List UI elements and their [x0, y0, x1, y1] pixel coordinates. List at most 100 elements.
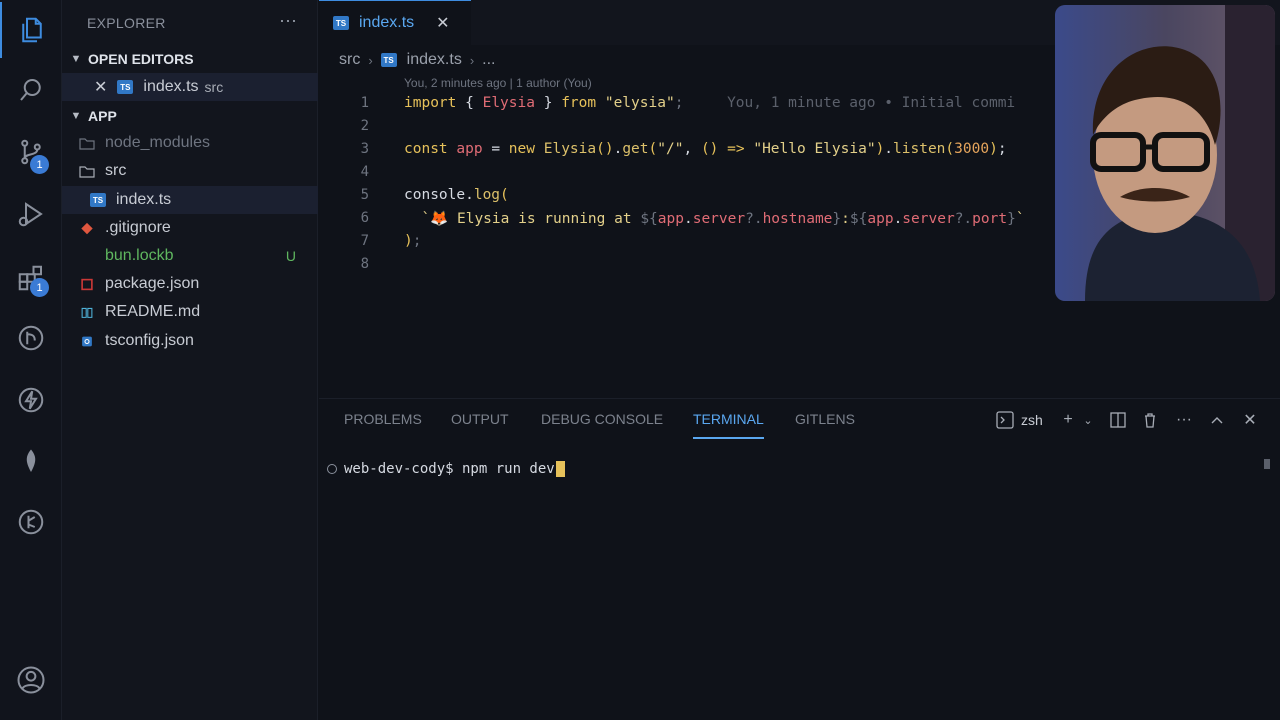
sidebar-title: EXPLORER — [87, 15, 166, 31]
split-terminal-icon[interactable] — [1107, 409, 1129, 431]
line-number: 8 — [360, 256, 369, 272]
file-tree-item[interactable]: README.md — [62, 298, 318, 326]
more-actions-icon[interactable]: ··· — [279, 10, 297, 31]
file-name: tsconfig.json — [105, 332, 194, 349]
tab-gitlens[interactable]: GITLENS — [795, 411, 855, 439]
tab-label: index.ts — [359, 14, 415, 31]
open-editor-desc: src — [204, 79, 224, 95]
terminal-shell-selector[interactable]: zsh — [996, 409, 1043, 431]
source-control-badge: 1 — [30, 155, 49, 174]
chevron-down-icon: ▼ — [70, 110, 82, 122]
line-number: 3 — [360, 141, 369, 157]
open-editor-item[interactable]: ✕ TS index.ts src — [62, 73, 318, 101]
chevron-down-icon: ▼ — [70, 53, 82, 65]
typescript-file-icon: TS — [117, 80, 134, 94]
file-tree-item[interactable]: bun.lockb U — [62, 242, 318, 270]
folder-icon — [79, 165, 95, 178]
tab-debug-console[interactable]: DEBUG CONSOLE — [541, 411, 663, 439]
explorer-icon[interactable] — [0, 2, 62, 58]
account-icon[interactable] — [0, 652, 62, 708]
close-tab-icon[interactable]: ✕ — [436, 13, 449, 33]
code-line-6: `🦊 Elysia is running at ${app.server?.ho… — [421, 211, 1025, 227]
open-editor-name: index.ts — [143, 78, 199, 95]
npm-package-icon — [81, 278, 93, 290]
search-icon[interactable] — [0, 62, 62, 118]
remote-explorer-icon[interactable] — [0, 310, 62, 366]
terminal-scrollbar[interactable] — [1264, 459, 1270, 469]
line-number: 4 — [360, 164, 369, 180]
tab-problems[interactable]: PROBLEMS — [344, 411, 422, 439]
mongodb-leaf-icon[interactable] — [0, 434, 62, 490]
tab-terminal[interactable]: TERMINAL — [693, 411, 764, 439]
git-diamond-icon — [81, 222, 93, 234]
thunder-client-icon[interactable] — [0, 372, 62, 428]
folder-icon — [79, 137, 95, 150]
app-folder-label: APP — [88, 108, 117, 124]
file-name: src — [105, 162, 127, 179]
chevron-right-icon: › — [469, 52, 475, 68]
close-panel-icon[interactable]: ✕ — [1239, 409, 1261, 431]
code-editor[interactable]: 1 2 3 4 5 6 7 8 import { Elysia } from "… — [319, 90, 1059, 280]
code-line-7: ); — [404, 233, 422, 249]
typescript-file-icon: TS — [333, 16, 349, 30]
code-line-1: import { Elysia } from "elysia"; You, 1 … — [404, 95, 1016, 111]
terminal-output[interactable]: web-dev-cody$ npm run dev — [327, 461, 565, 477]
close-icon[interactable]: ✕ — [94, 77, 107, 97]
file-tree-item[interactable]: src — [62, 157, 318, 185]
chevron-right-icon: › — [368, 52, 373, 68]
open-editors-header[interactable]: ▼ OPEN EDITORS — [62, 46, 318, 72]
open-editors-label: OPEN EDITORS — [88, 51, 194, 67]
breadcrumb: src › TS index.ts › ... — [339, 50, 496, 70]
tab-index-ts[interactable]: TS index.ts ✕ — [319, 0, 471, 45]
file-tree-item[interactable]: TS index.ts — [62, 186, 318, 214]
app-folder-header[interactable]: ▼ APP — [62, 103, 318, 129]
line-number: 6 — [360, 210, 369, 226]
codelens-blame[interactable]: You, 2 minutes ago | 1 author (You) — [404, 76, 592, 90]
bottom-panel: PROBLEMS OUTPUT DEBUG CONSOLE TERMINAL G… — [319, 398, 1280, 720]
file-tree-item[interactable]: node_modules — [62, 129, 318, 157]
source-control-icon[interactable] — [0, 124, 62, 180]
trash-icon[interactable] — [1139, 409, 1161, 431]
typescript-file-icon: TS — [380, 53, 397, 67]
explorer-sidebar: EXPLORER ··· ▼ OPEN EDITORS ✕ TS index.t… — [62, 0, 318, 720]
tsconfig-gear-icon — [82, 336, 92, 346]
command-decoration-icon — [327, 464, 337, 474]
more-actions-icon[interactable]: ··· — [1173, 409, 1195, 431]
line-number: 2 — [360, 118, 369, 134]
git-graph-icon[interactable] — [0, 494, 62, 550]
code-line-5: console.log( — [404, 187, 509, 203]
git-status-badge: U — [285, 248, 296, 264]
inline-blame: You, 1 minute ago • Initial commi — [727, 95, 1016, 111]
file-name: index.ts — [116, 191, 172, 208]
breadcrumb-tail[interactable]: ... — [482, 51, 495, 69]
file-name: README.md — [105, 303, 201, 320]
breadcrumb-file[interactable]: index.ts — [407, 51, 462, 69]
webcam-overlay — [1055, 5, 1275, 301]
file-tree-item[interactable]: package.json — [62, 270, 318, 298]
line-number: 5 — [360, 187, 369, 203]
shell-name: zsh — [1021, 412, 1043, 428]
chevron-down-icon[interactable]: ⌄ — [1077, 409, 1099, 431]
file-tree-item[interactable]: tsconfig.json — [62, 327, 318, 355]
tab-output[interactable]: OUTPUT — [451, 411, 509, 439]
terminal-command: web-dev-cody$ npm run dev — [344, 461, 555, 477]
activity-bar: 1 1 — [0, 0, 62, 720]
presenter-video-icon — [1055, 5, 1275, 301]
extensions-icon[interactable] — [0, 250, 62, 306]
maximize-panel-icon[interactable] — [1206, 409, 1228, 431]
breadcrumb-folder[interactable]: src — [339, 51, 360, 69]
terminal-cursor — [555, 461, 565, 477]
file-name: package.json — [105, 275, 200, 292]
run-debug-icon[interactable] — [0, 186, 62, 242]
new-terminal-icon[interactable]: + — [1057, 409, 1079, 431]
file-name: .gitignore — [105, 219, 171, 236]
file-name: node_modules — [105, 134, 210, 151]
typescript-file-icon: TS — [90, 193, 106, 207]
file-tree-item[interactable]: .gitignore — [62, 214, 318, 242]
code-line-3: const app = new Elysia().get("/", () => … — [404, 141, 1007, 157]
terminal-icon — [996, 411, 1014, 429]
line-number: 7 — [360, 233, 369, 249]
file-name: bun.lockb — [105, 247, 174, 264]
extensions-badge: 1 — [30, 278, 49, 297]
line-number: 1 — [360, 95, 369, 111]
